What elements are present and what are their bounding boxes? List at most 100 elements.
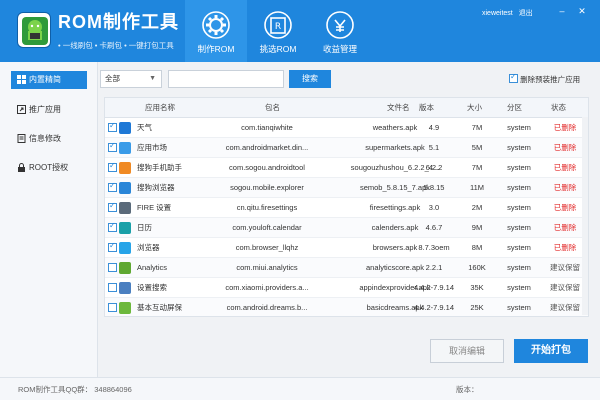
row-checkbox[interactable] [108,241,117,252]
app-icon [119,122,131,134]
table-row[interactable]: 天气com.tianqiwhiteweathers.apk4.97Msystem… [105,118,588,138]
cell-pkg: com.android.dreams.b... [226,303,308,312]
row-checkbox[interactable] [108,283,117,292]
table-row[interactable]: Analytics com.miui.analytics analyticscore… [105,258,588,278]
sidebar-item-builtin-slim[interactable]: 内置精简 [11,71,87,89]
sidebar: 内置精简 推广应用 信息修改 ROOT授权 [0,62,98,377]
cell-status: 已删除 [553,143,577,152]
minimize-icon[interactable]: – [556,6,568,16]
row-checkbox[interactable] [108,263,117,272]
status-bar: ROM制作工具QQ群： 348864096 版本： [0,377,600,400]
cell-pkg: com.youloft.calendar [232,223,302,232]
cell-app-name: Analytics [137,263,168,272]
cell-size: 7M [471,123,483,132]
table-row[interactable]: 搜狗手机助手com.sogou.androidtoolsougouzhushou… [105,158,588,178]
table-row[interactable]: 浏览器com.browser_llqhzbrowsers.apk8.7.3oem… [105,238,588,258]
table-row[interactable]: 日历com.youloft.calendarcalenders.apk4.6.7… [105,218,588,238]
cell-part: system [507,183,531,192]
cell-app-name: 日历 [137,223,152,232]
app-icon [119,302,131,314]
row-checkbox[interactable] [108,161,117,172]
col-header-partition: 分区 [507,103,522,112]
close-icon[interactable]: ✕ [576,6,588,17]
username: xieweitest [482,10,513,17]
cell-size: 160K [468,263,486,272]
document-icon [17,134,26,143]
cell-pkg: com.browser_llqhz [235,243,299,252]
cell-part: system [507,223,531,232]
app-title: ROM制作工具 [58,12,179,32]
apps-icon [17,75,26,84]
nav-earnings[interactable]: 收益管理 [309,0,371,62]
cell-pkg: com.tianqiwhite [241,123,293,132]
cell-status: 已删除 [553,183,577,192]
app-table: 应用名称 包名 文件名 版本 大小 分区 状态 天气 com.tianqiwhit… [104,97,589,317]
table-row[interactable]: 应用市场com.androidmarket.din...supermarkets… [105,138,588,158]
row-checkbox[interactable] [108,181,117,192]
cell-size: 25K [470,303,484,312]
app-icon [119,162,131,174]
rom-card-icon: R [264,11,292,39]
nav-label: 挑选ROM [259,44,297,54]
sidebar-item-label: 信息修改 [29,134,61,143]
app-icon [119,182,131,194]
qq-group-text: ROM制作工具QQ群： 348864096 [18,385,132,394]
row-checkbox[interactable] [108,141,117,152]
table-row[interactable]: 设置搜索 com.xiaomi.providers.a... appindexpro… [105,278,588,298]
sidebar-item-info-edit[interactable]: 信息修改 [11,130,87,148]
cell-app-name: 天气 [137,123,152,132]
app-icon [119,142,131,154]
cell-app-name: FIRE 设置 [137,203,172,212]
search-button[interactable]: 搜索 [289,70,331,88]
cell-part: system [507,143,531,152]
row-checkbox[interactable] [108,303,117,312]
logout-link[interactable]: 退出 [519,10,533,17]
delete-preinstall-checkbox[interactable]: 删除预装推广应用 [509,72,581,85]
cell-status: 建议保留 [550,263,580,272]
table-row[interactable]: 基本互动屏保 com.android.dreams.b... basicdreams… [105,298,588,316]
android-logo-icon [17,12,51,48]
table-row[interactable]: FIRE 设置cn.qitu.firesettingsfiresettings.… [105,198,588,218]
col-header-package: 包名 [265,103,280,112]
cell-app-name: 应用市场 [137,143,167,152]
cell-status: 建议保留 [550,283,580,292]
table-row[interactable]: 搜狗浏览器sogou.mobile.explorersemob_5.8.15_7… [105,178,588,198]
checkbox-label: 删除预装推广应用 [520,75,581,84]
start-pack-button[interactable]: 开始打包 [514,339,588,363]
nav-make-rom[interactable]: 制作ROM [185,0,247,62]
col-header-file: 文件名 [387,103,410,112]
sidebar-item-root-auth[interactable]: ROOT授权 [11,159,87,177]
cell-status: 已删除 [553,123,577,132]
cell-app-name: 设置搜索 [137,283,167,292]
cell-app-name: 搜狗手机助手 [137,163,182,172]
nav-pick-rom[interactable]: R 挑选ROM [247,0,309,62]
cell-status: 已删除 [553,203,577,212]
cell-size: 7M [471,163,483,172]
sidebar-item-promote-apps[interactable]: 推广应用 [11,101,87,119]
cell-part: system [507,203,531,212]
svg-text:R: R [275,22,281,32]
cell-part: system [507,243,531,252]
row-checkbox[interactable] [108,121,117,132]
search-input[interactable] [168,70,284,88]
cell-part: system [507,163,531,172]
filter-select[interactable]: 全部 ▼ [100,70,162,88]
lock-icon [18,163,25,172]
cell-status: 已删除 [553,163,577,172]
row-checkbox[interactable] [108,201,117,212]
cancel-edit-button[interactable]: 取消编辑 [430,339,504,363]
nav-label: 制作ROM [197,44,235,54]
cell-part: system [507,303,531,312]
table-scrollbar[interactable] [582,117,588,315]
user-info: xieweitest 退出 [482,8,533,18]
cell-status: 已删除 [553,223,577,232]
cell-app-name: 基本互动屏保 [137,303,182,312]
table-header: 应用名称 包名 文件名 版本 大小 分区 状态 [105,98,588,118]
cell-size: 2M [471,203,483,212]
yen-icon [326,11,354,39]
cell-pkg: com.miui.analytics [236,263,298,272]
app-subtitle: • 一线刷包 • 卡刷包 • 一键打包工具 [58,41,174,50]
cell-part: system [507,123,531,132]
row-checkbox[interactable] [108,221,117,232]
app-icon [119,202,131,214]
